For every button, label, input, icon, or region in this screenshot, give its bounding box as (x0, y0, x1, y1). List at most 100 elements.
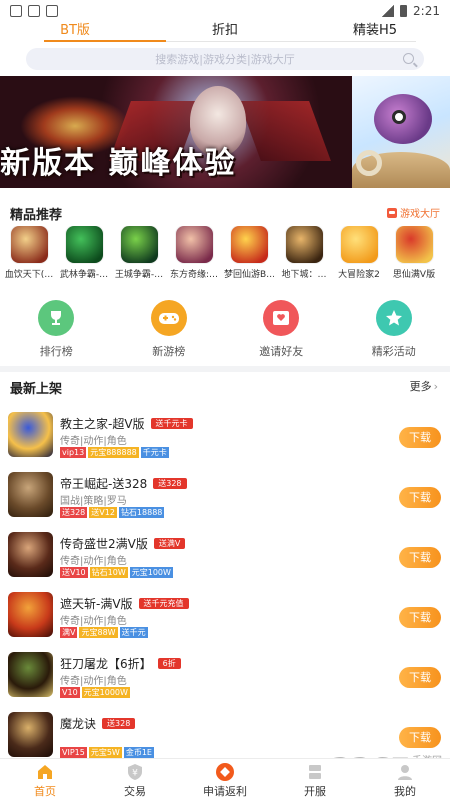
banner-headline: 新版本 巅峰体验 (0, 146, 237, 181)
game-tag: vip13 (60, 447, 87, 458)
game-title-line: 魔龙诀 送328 (60, 715, 136, 732)
game-icon (230, 226, 268, 263)
game-tag: 千元卡 (140, 447, 169, 458)
svg-text:¥: ¥ (132, 769, 138, 779)
feature-invite[interactable]: 邀请好友 (225, 300, 338, 362)
banner-next-image[interactable] (352, 76, 450, 188)
game-tags: VIP15 元宝5W 金币1E (60, 747, 154, 758)
envelope-heart-icon (263, 300, 300, 336)
game-tag: 元宝888888 (88, 447, 139, 458)
recommended-item[interactable]: 思仙满V版 (389, 226, 439, 286)
game-row[interactable]: 教主之家-超V版 送千元卡 传奇|动作|角色 vip13 元宝888888 千元卡 下载 (0, 410, 450, 470)
game-title-line: 传奇盛世2满V版 送满V (60, 535, 186, 552)
game-tag: 钻石18888 (118, 507, 165, 518)
game-tag: 送千元 (119, 627, 148, 638)
game-name: 狂刀屠龙【6折】 (60, 657, 152, 671)
nav-trade[interactable]: ¥ 交易 (90, 759, 180, 800)
game-tags: vip13 元宝888888 千元卡 (60, 447, 169, 458)
feature-shortcuts: 排行榜 新游榜 邀请好友 精彩活动 (0, 300, 450, 362)
game-name: 遮天斩-满V版 (60, 597, 133, 611)
more-link[interactable]: 更多 › (410, 378, 438, 394)
game-category: 传奇|动作|角色 (60, 676, 127, 687)
feature-invite-label: 邀请好友 (259, 345, 304, 358)
bottom-nav: 首页 ¥ 交易 申请返利 开服 我的 (0, 758, 450, 800)
search-icon[interactable] (403, 53, 414, 64)
game-tag: 元宝88W (79, 627, 118, 638)
promo-badge: 送328 (102, 718, 136, 729)
tabs-divider (166, 41, 416, 42)
game-tags: 满V 元宝88W 送千元 (60, 627, 148, 638)
game-icon (8, 472, 53, 517)
promo-banner[interactable]: 新版本 巅峰体验 (0, 76, 450, 188)
game-tag: 送V12 (89, 507, 117, 518)
game-title-line: 遮天斩-满V版 送千元充值 (60, 595, 189, 612)
game-tag: 钻石10W (89, 567, 128, 578)
recommended-item[interactable]: 东方奇缘:… (169, 226, 219, 286)
more-label: 更多 (409, 380, 432, 393)
search-placeholder: 搜索游戏|游戏分类|游戏大厅 (155, 53, 295, 66)
download-button[interactable]: 下载 (399, 427, 441, 448)
nav-rebate-label: 申请返利 (203, 785, 247, 798)
search-input[interactable]: 搜索游戏|游戏分类|游戏大厅 (26, 48, 424, 70)
home-icon (35, 762, 55, 782)
game-tags: 送V10 钻石10W 元宝100W (60, 567, 173, 578)
recommended-item[interactable]: 大冒险家2 (334, 226, 384, 286)
download-button[interactable]: 下载 (399, 547, 441, 568)
game-tag: V10 (60, 687, 80, 698)
recommended-item[interactable]: 王城争霸-… (114, 226, 164, 286)
banner-side-ring (356, 150, 382, 176)
recommended-title: 精品推荐 (10, 208, 63, 223)
feature-events-label: 精彩活动 (371, 345, 416, 358)
nav-servers[interactable]: 开服 (270, 759, 360, 800)
banner-side-mascot-eye (392, 110, 406, 124)
game-icon (395, 226, 433, 263)
game-hall-link[interactable]: 游戏大厅 (387, 205, 440, 220)
nav-rebate[interactable]: 申请返利 (180, 759, 270, 800)
feature-ranking-label: 排行榜 (39, 345, 73, 358)
new-games-list: 教主之家-超V版 送千元卡 传奇|动作|角色 vip13 元宝888888 千元卡 下载 帝王… (0, 410, 450, 770)
feature-new-games-label: 新游榜 (152, 345, 186, 358)
recommended-item[interactable]: 仙 (444, 226, 450, 286)
download-button[interactable]: 下载 (399, 727, 441, 748)
download-button[interactable]: 下载 (399, 487, 441, 508)
profile-icon (395, 762, 415, 782)
recommended-item[interactable]: 梦回仙游B… (224, 226, 274, 286)
game-row[interactable]: 狂刀屠龙【6折】 6折 传奇|动作|角色 V10 元宝1000W 下载 (0, 650, 450, 710)
gamepad-icon (150, 300, 187, 336)
download-button[interactable]: 下载 (399, 667, 441, 688)
game-row[interactable]: 帝王崛起-送328 送328 国战|策略|罗马 送328 送V12 钻石18888 下载 (0, 470, 450, 530)
recommended-item[interactable]: 血饮天下(… (4, 226, 54, 286)
promo-badge: 送满V (153, 538, 186, 549)
download-button[interactable]: 下载 (399, 607, 441, 628)
recommended-item[interactable]: 地下城：… (279, 226, 329, 286)
game-row[interactable]: 遮天斩-满V版 送千元充值 传奇|动作|角色 满V 元宝88W 送千元 下载 (0, 590, 450, 650)
nav-mine[interactable]: 我的 (360, 759, 450, 800)
notification-a-icon (46, 5, 58, 17)
nav-home-label: 首页 (34, 785, 56, 798)
game-row[interactable]: 传奇盛世2满V版 送满V 传奇|动作|角色 送V10 钻石10W 元宝100W 下载 (0, 530, 450, 590)
feature-ranking[interactable]: 排行榜 (0, 300, 113, 362)
banner-main-image[interactable]: 新版本 巅峰体验 (0, 76, 352, 188)
game-tag: 送V10 (60, 567, 88, 578)
game-tags: 送328 送V12 钻石18888 (60, 507, 165, 518)
recommended-item-label: 地下城：… (281, 270, 327, 280)
game-icon (120, 226, 158, 263)
game-tag: 满V (60, 627, 78, 638)
star-icon (375, 300, 412, 336)
game-icon (65, 226, 103, 263)
game-icon (8, 592, 53, 637)
feature-new-games[interactable]: 新游榜 (113, 300, 226, 362)
recommended-item-label: 梦回仙游B… (224, 270, 274, 280)
game-icon (8, 712, 53, 757)
game-name: 魔龙诀 (60, 717, 97, 731)
game-tag: 送328 (60, 507, 88, 518)
nav-home[interactable]: 首页 (0, 759, 90, 800)
rebate-icon (215, 762, 235, 782)
game-icon (8, 532, 53, 577)
sim-icon (10, 5, 22, 17)
recommended-item[interactable]: 武林争霸-… (59, 226, 109, 286)
status-left-icons (10, 5, 58, 17)
game-category: 传奇|动作|角色 (60, 556, 127, 567)
feature-events[interactable]: 精彩活动 (338, 300, 450, 362)
game-name: 帝王崛起-送328 (60, 477, 148, 491)
